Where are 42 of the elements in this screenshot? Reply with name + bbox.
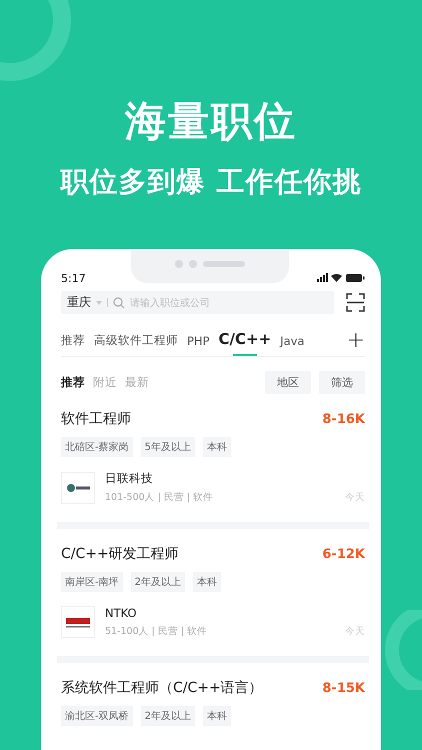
status-time: 5:17 — [61, 272, 86, 284]
job-title: C/C++研发工程师 — [61, 545, 179, 563]
category-tab[interactable]: Java — [280, 334, 304, 356]
job-tag: 本科 — [202, 706, 231, 726]
job-title: 软件工程师 — [61, 410, 131, 428]
category-tab[interactable]: 高级软件工程师 — [94, 333, 178, 356]
job-tag: 2年及以上 — [140, 706, 195, 726]
city-label: 重庆 — [67, 294, 91, 311]
salary: 8-15K — [322, 680, 365, 696]
status-icons-drawing — [317, 273, 365, 283]
job-tag: 本科 — [192, 572, 221, 592]
job-tag: 北碚区-蔡家岗 — [61, 437, 133, 457]
scan-icon[interactable] — [346, 293, 365, 312]
company-name: NTKO — [105, 606, 138, 620]
company-name: 日联科技 — [105, 471, 154, 486]
salary: 6-12K — [322, 546, 365, 562]
divider-icon — [107, 298, 108, 307]
caret-icon — [96, 300, 102, 304]
company-logo-icon — [61, 606, 95, 638]
filter-button[interactable]: 地区 — [265, 371, 311, 394]
search-placeholder: 请输入职位或公司 — [130, 296, 210, 310]
category-tab[interactable]: PHP — [187, 334, 210, 356]
search-field[interactable]: 重庆 请输入职位或公司 — [61, 291, 334, 314]
company-logo-icon — [61, 472, 95, 504]
salary: 8-16K — [322, 412, 365, 426]
job-tag: 渝北区-双凤桥 — [61, 706, 133, 726]
search-icon — [113, 296, 125, 308]
job-title: 系统软件工程师（C/C++语言） — [61, 679, 263, 697]
job-tag: 2年及以上 — [130, 572, 185, 592]
category-tab[interactable]: C/C++ — [218, 330, 272, 356]
add-tab-button[interactable]: + — [346, 330, 365, 356]
subheadline: 职位多到爆 工作任你挑 — [60, 164, 362, 200]
job-card[interactable]: 系统软件工程师（C/C++语言） 8-15K 渝北区-双凤桥 2年及以上 本科 — [57, 663, 369, 744]
job-tag: 南岸区-南坪 — [61, 572, 123, 592]
sort-option[interactable]: 推荐 — [61, 375, 85, 390]
category-tab[interactable]: 推荐 — [61, 333, 85, 356]
filter-button[interactable]: 筛选 — [319, 371, 365, 394]
headline: 海量职位 — [125, 96, 297, 147]
company-info: 51-100人 | 民营 | 软件 — [105, 625, 208, 638]
job-tag: 5年及以上 — [140, 437, 195, 457]
company-info: 101-500人 | 民营 | 软件 — [105, 491, 214, 504]
job-tag: 本科 — [202, 437, 231, 457]
